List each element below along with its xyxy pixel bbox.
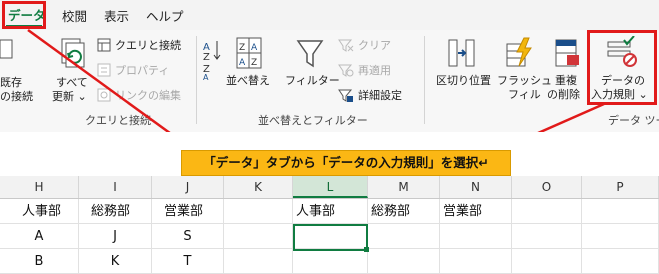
cell-p-1[interactable]: [582, 199, 659, 224]
column-header-m[interactable]: M: [368, 176, 440, 198]
cell-p-3[interactable]: [582, 249, 659, 274]
cell-h-3[interactable]: B: [0, 249, 79, 274]
cell-i-3[interactable]: K: [79, 249, 152, 274]
cell-j-2[interactable]: S: [152, 224, 224, 249]
cell-k-3[interactable]: [224, 249, 293, 274]
column-header-row: H I J K L M N O P: [0, 176, 659, 199]
column-header-i[interactable]: I: [79, 176, 152, 198]
cell-l-3[interactable]: [293, 249, 368, 274]
column-header-h[interactable]: H: [0, 176, 79, 198]
cell-o-3[interactable]: [512, 249, 582, 274]
cell-i-2[interactable]: J: [79, 224, 152, 249]
column-header-o[interactable]: O: [512, 176, 582, 198]
cell-m-header[interactable]: 総務部: [368, 199, 440, 224]
cell-m-2[interactable]: [368, 224, 440, 249]
active-cell-selection[interactable]: [293, 224, 368, 251]
cell-j-header[interactable]: 営業部: [152, 199, 224, 224]
cell-h-2[interactable]: A: [0, 224, 79, 249]
fill-handle[interactable]: [364, 247, 369, 252]
cell-o-1[interactable]: [512, 199, 582, 224]
cell-i-header[interactable]: 総務部: [79, 199, 152, 224]
cell-o-2[interactable]: [512, 224, 582, 249]
cell-n-3[interactable]: [440, 249, 512, 274]
cell-j-3[interactable]: T: [152, 249, 224, 274]
column-header-j[interactable]: J: [152, 176, 224, 198]
column-header-n[interactable]: N: [440, 176, 512, 198]
instruction-callout: 「データ」タブから「データの入力規則」を選択↵: [181, 150, 511, 176]
cell-m-3[interactable]: [368, 249, 440, 274]
column-header-p[interactable]: P: [582, 176, 659, 198]
cell-h-header[interactable]: 人事部: [0, 199, 79, 224]
cell-n-header[interactable]: 営業部: [440, 199, 512, 224]
cell-l-header[interactable]: 人事部: [293, 199, 368, 224]
column-header-k[interactable]: K: [224, 176, 293, 198]
cell-n-2[interactable]: [440, 224, 512, 249]
cell-k-1[interactable]: [224, 199, 293, 224]
cell-p-2[interactable]: [582, 224, 659, 249]
column-header-l[interactable]: L: [293, 176, 368, 198]
cell-k-2[interactable]: [224, 224, 293, 249]
